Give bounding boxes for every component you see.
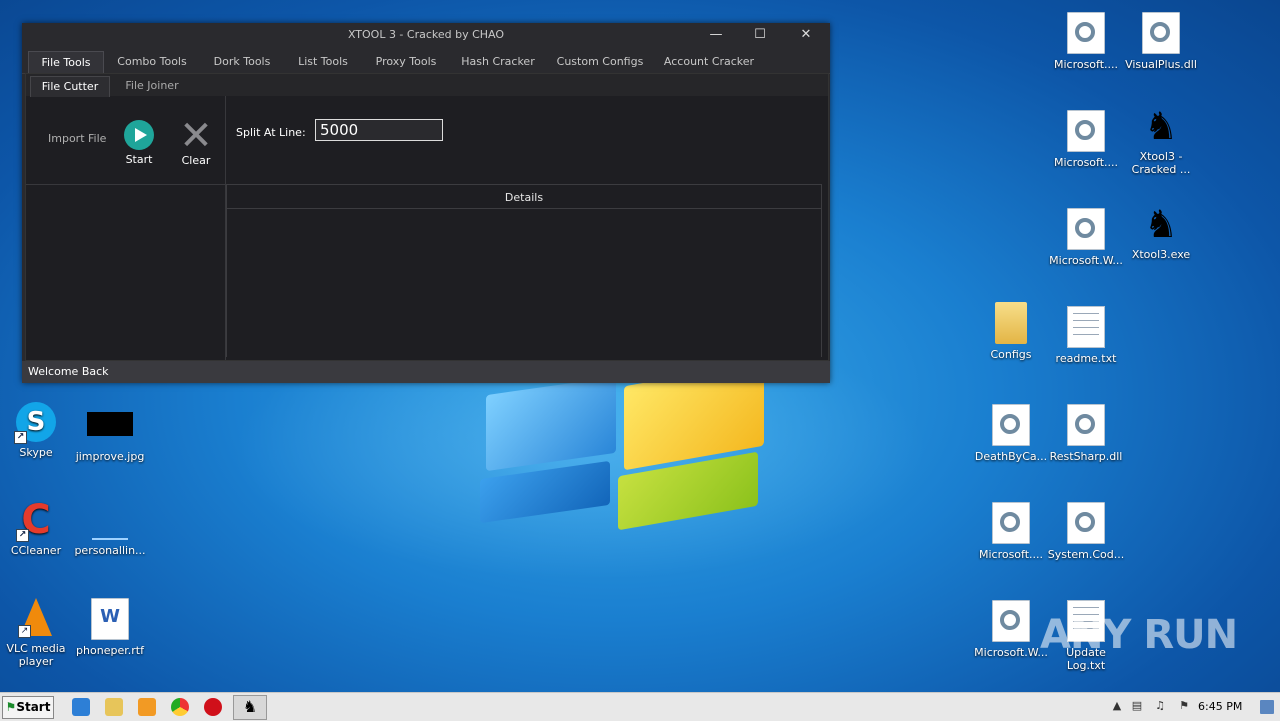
opera-icon[interactable] <box>204 698 222 716</box>
dll-gear-icon <box>992 502 1030 544</box>
tab-list-tools[interactable]: List Tools <box>288 51 358 73</box>
clear-label: Clear <box>181 154 211 167</box>
desktop-icon-vlc[interactable]: ↗ VLC media player <box>0 598 76 668</box>
text-file-icon <box>1067 306 1105 348</box>
tab-custom-configs[interactable]: Custom Configs <box>552 51 648 73</box>
dll-gear-icon <box>1067 12 1105 54</box>
xtool-window: XTOOL 3 - Cracked by CHAO — ☐ ✕ File Too… <box>22 23 830 383</box>
start-label: Start <box>125 153 153 166</box>
word-document-icon: W <box>91 598 129 640</box>
dll-gear-icon <box>992 404 1030 446</box>
folder-icon <box>995 302 1027 344</box>
vlc-cone-icon: ↗ <box>18 598 52 638</box>
show-hidden-icons-icon[interactable]: ▲ <box>1110 699 1124 713</box>
desktop-icon-xtool3-shortcut[interactable]: ♞ Xtool3 - Cracked ... <box>1121 106 1201 176</box>
file-tools-panel: File Cutter File Joiner Import File Star… <box>25 73 829 361</box>
taskbar: ⚑Start ♞ ▲ ▤ ♫ ⚑ 6:45 PM <box>0 692 1280 721</box>
chrome-icon[interactable] <box>171 698 189 716</box>
details-list[interactable] <box>226 209 822 357</box>
desktop-icon-microsoft-w-2[interactable]: Microsoft.W... <box>971 600 1051 659</box>
dll-gear-icon <box>1067 208 1105 250</box>
media-player-icon[interactable] <box>138 698 156 716</box>
desktop-icon-jimprove[interactable]: jimprove.jpg <box>70 412 150 463</box>
tab-file-joiner[interactable]: File Joiner <box>114 76 190 96</box>
desktop-icon-restsharp[interactable]: RestSharp.dll <box>1046 404 1126 463</box>
xtool-taskbar-button[interactable]: ♞ <box>233 695 267 720</box>
image-file-icon <box>87 412 133 436</box>
tab-file-cutter[interactable]: File Cutter <box>30 76 110 97</box>
windows-flag-icon: ⚑ <box>5 700 17 714</box>
maximize-button[interactable]: ☐ <box>742 25 778 45</box>
tab-hash-cracker[interactable]: Hash Cracker <box>456 51 540 73</box>
tab-account-cracker[interactable]: Account Cracker <box>660 51 758 73</box>
windows-logo <box>478 361 778 531</box>
desktop-icon-personallin[interactable]: personallin... <box>70 500 150 557</box>
file-icon <box>92 500 128 540</box>
dll-gear-icon <box>1067 404 1105 446</box>
skype-icon: S ↗ <box>14 402 56 444</box>
action-center-flag-icon[interactable]: ⚑ <box>1177 699 1191 713</box>
grim-reaper-icon: ♞ <box>1143 104 1179 148</box>
desktop-icon-microsoft-w-1[interactable]: Microsoft.W... <box>1046 208 1126 267</box>
close-button[interactable]: ✕ <box>788 25 824 45</box>
clear-button[interactable]: ✕ Clear <box>176 113 216 167</box>
network-icon[interactable]: ▤ <box>1130 699 1144 713</box>
file-explorer-icon[interactable] <box>105 698 123 716</box>
desktop: { "desktop": { "left_icons": [ {"label":… <box>0 0 1280 721</box>
import-file-button[interactable]: Import File <box>48 132 106 145</box>
internet-explorer-icon[interactable] <box>72 698 90 716</box>
start-button-taskbar[interactable]: ⚑Start <box>2 696 54 719</box>
split-at-line-input[interactable] <box>315 119 443 141</box>
title-bar[interactable]: XTOOL 3 - Cracked by CHAO — ☐ ✕ <box>22 23 830 47</box>
volume-icon[interactable]: ♫ <box>1153 699 1167 713</box>
dll-gear-icon <box>1142 12 1180 54</box>
dll-gear-icon <box>992 600 1030 642</box>
desktop-icon-microsoft-1[interactable]: Microsoft.... <box>1046 12 1126 71</box>
desktop-icon-skype[interactable]: S ↗ Skype <box>0 402 76 459</box>
action-pane: Import File Start ✕ Clear <box>26 96 226 360</box>
desktop-icon-configs[interactable]: Configs <box>971 302 1051 361</box>
tab-file-tools[interactable]: File Tools <box>28 51 104 74</box>
details-column-header: Details <box>226 184 822 209</box>
desktop-icon-microsoft-2[interactable]: Microsoft.... <box>1046 110 1126 169</box>
tab-proxy-tools[interactable]: Proxy Tools <box>366 51 446 73</box>
anyrun-watermark: ANY RUN <box>1040 612 1238 658</box>
start-button[interactable]: Start <box>121 120 157 166</box>
desktop-icon-visualplus[interactable]: VisualPlus.dll <box>1121 12 1201 71</box>
dll-gear-icon <box>1067 502 1105 544</box>
grim-reaper-icon: ♞ <box>242 697 258 716</box>
desktop-icon-xtool3-exe[interactable]: ♞ Xtool3.exe <box>1121 204 1201 261</box>
tab-combo-tools[interactable]: Combo Tools <box>110 51 194 73</box>
desktop-icon-readme[interactable]: readme.txt <box>1046 306 1126 365</box>
desktop-icon-microsoft-3[interactable]: Microsoft.... <box>971 502 1051 561</box>
status-bar: Welcome Back <box>22 361 830 383</box>
desktop-icon-ccleaner[interactable]: C ↗ CCleaner <box>0 500 76 557</box>
clear-x-icon: ✕ <box>179 113 213 159</box>
main-tabs: File Tools Combo Tools Dork Tools List T… <box>22 47 830 74</box>
desktop-icon-phoneper[interactable]: W phoneper.rtf <box>70 598 150 657</box>
dll-gear-icon <box>1067 110 1105 152</box>
play-icon <box>124 120 154 150</box>
grim-reaper-icon: ♞ <box>1143 202 1179 246</box>
tab-dork-tools[interactable]: Dork Tools <box>204 51 280 73</box>
desktop-icon-deathbyca[interactable]: DeathByCa... <box>971 404 1051 463</box>
minimize-button[interactable]: — <box>698 25 734 45</box>
toolbar: Import File Start ✕ Clear <box>26 96 225 185</box>
split-at-line-label: Split At Line: <box>236 126 306 139</box>
desktop-icon-system-cod[interactable]: System.Cod... <box>1046 502 1126 561</box>
system-tray: ▲ ▤ ♫ ⚑ <box>1105 695 1280 719</box>
settings-pane: Split At Line: Details <box>226 96 828 360</box>
sub-tabs: File Cutter File Joiner <box>26 74 828 97</box>
clock[interactable]: 6:45 PM <box>1198 700 1242 713</box>
show-desktop-icon[interactable] <box>1260 700 1274 714</box>
ccleaner-icon: C ↗ <box>16 500 54 542</box>
